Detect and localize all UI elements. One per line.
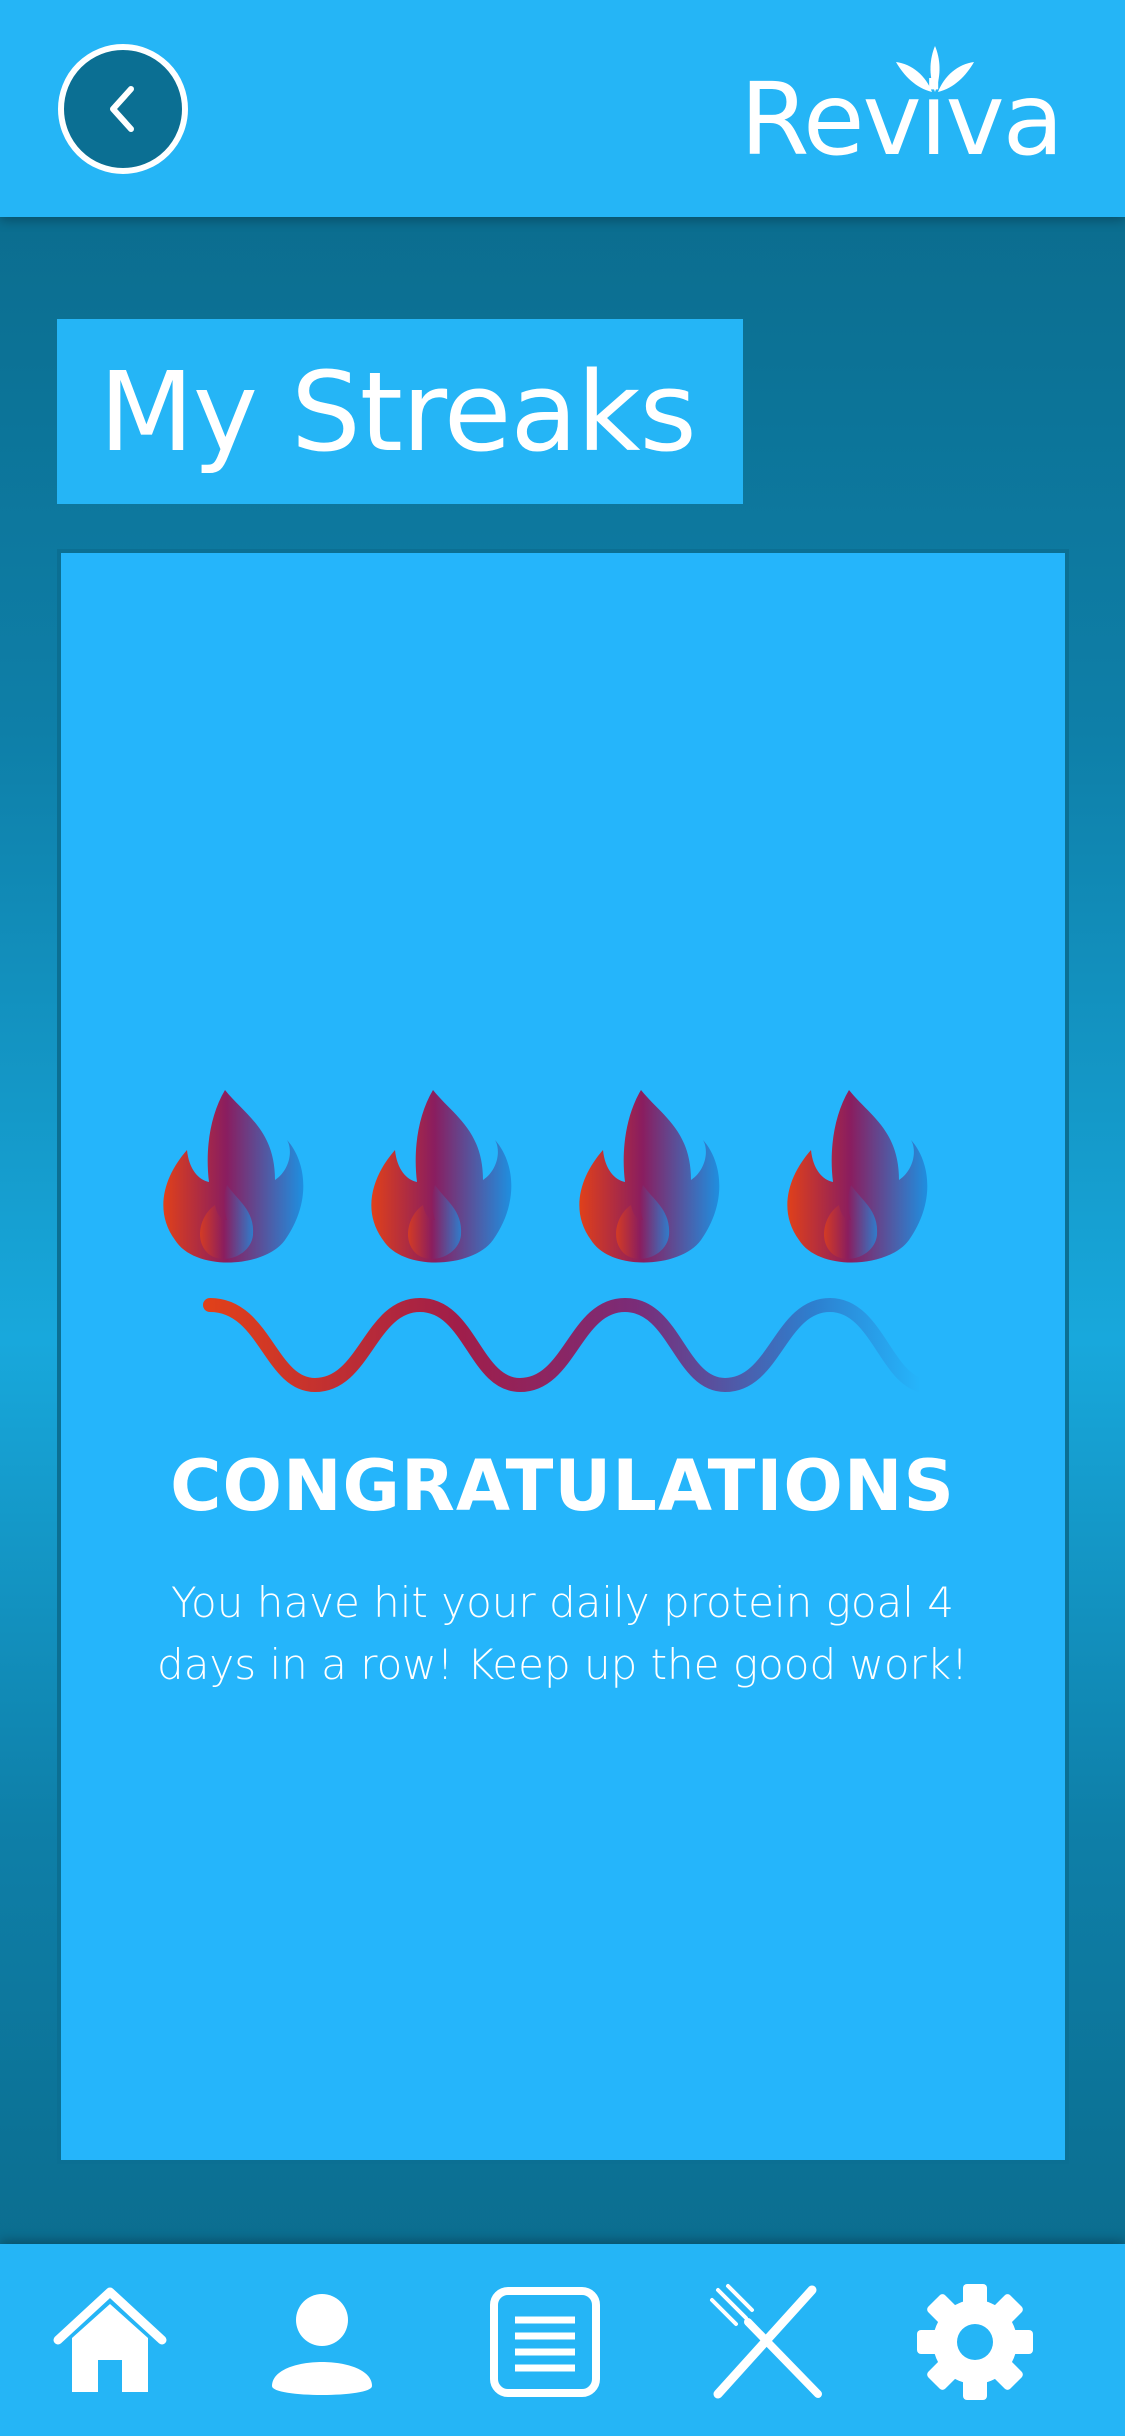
profile-icon [272,2294,372,2395]
page-title: My Streaks [99,347,697,476]
list-icon [490,2287,600,2397]
reviva-logo: Reviva [740,40,1070,170]
back-button[interactable] [58,44,188,174]
page-title-box: My Streaks [57,319,743,504]
top-header: Reviva [0,0,1125,217]
tab-settings[interactable] [915,2282,1035,2402]
chevron-left-icon [110,86,134,132]
congrats-heading: CONGRATULATIONS [170,1445,955,1527]
streak-illustration [163,1090,928,1393]
streak-message: You have hit your daily protein goal 4 d… [157,1578,968,1689]
tab-home[interactable] [50,2282,170,2402]
logo-text: Reviva [740,61,1064,178]
flame-icon [787,1090,928,1263]
bottom-tab-bar [0,2244,1125,2436]
utensils-icon [710,2284,822,2399]
flame-icon [371,1090,512,1263]
tab-log[interactable] [485,2282,605,2402]
streak-wave [203,1297,927,1393]
flame-icon [163,1090,304,1263]
home-icon [53,2287,167,2392]
tab-meals[interactable] [708,2282,828,2402]
tab-profile[interactable] [262,2282,382,2402]
flame-icon [579,1090,720,1263]
gear-icon [917,2284,1033,2400]
